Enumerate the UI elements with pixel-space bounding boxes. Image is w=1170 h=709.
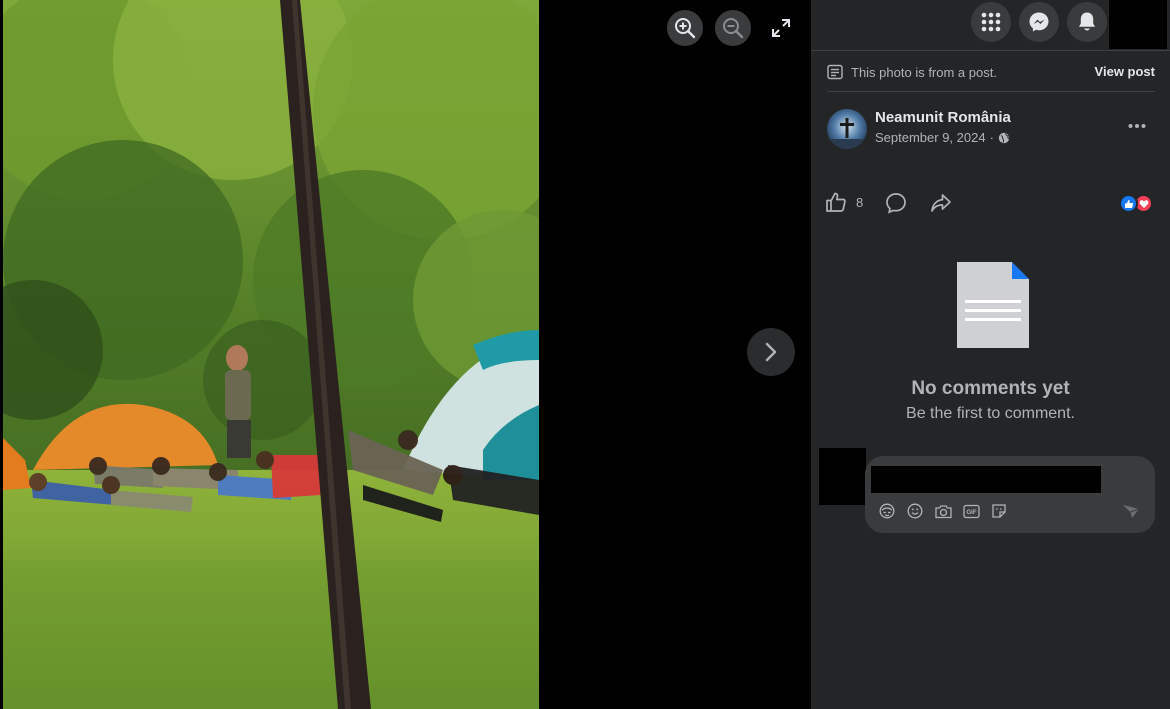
like-count: 8 [856, 194, 864, 210]
bell-icon [1079, 12, 1095, 31]
avatar-sticker-icon [879, 503, 895, 519]
messenger-icon [1029, 12, 1049, 32]
like-reaction-icon [1119, 194, 1138, 213]
document-icon [957, 262, 1029, 348]
comment-composer: GIF [865, 456, 1155, 533]
zoom-in-icon [675, 18, 696, 39]
post-meta: September 9, 2024 · [875, 130, 1010, 145]
reaction-summary[interactable] [1119, 194, 1159, 214]
camera-icon [934, 504, 952, 518]
post-date[interactable]: September 9, 2024 [875, 130, 986, 145]
divider [827, 91, 1155, 92]
zoom-out-button[interactable] [715, 10, 751, 46]
sticker-button[interactable] [989, 501, 1009, 521]
comment-icon [886, 193, 906, 214]
next-photo-button[interactable] [747, 328, 795, 376]
author-avatar-image [827, 109, 867, 149]
menu-grid-icon [981, 12, 1001, 32]
messenger-button[interactable] [1019, 2, 1059, 42]
fullscreen-icon [772, 19, 790, 37]
avatar-sticker-button[interactable] [877, 501, 897, 521]
camera-button[interactable] [933, 501, 953, 521]
comment-input[interactable] [871, 466, 1101, 493]
more-options-button[interactable] [1123, 112, 1151, 140]
notifications-button[interactable] [1067, 2, 1107, 42]
send-button[interactable] [1121, 501, 1141, 521]
divider [811, 50, 1170, 51]
author-name[interactable]: Neamunit România [875, 109, 1011, 126]
thumbs-up-icon [826, 192, 846, 212]
post-notice-text: This photo is from a post. [851, 64, 997, 80]
post-icon [827, 64, 843, 80]
post-photo [3, 0, 539, 709]
author-avatar[interactable] [827, 109, 867, 149]
svg-text:GIF: GIF [966, 510, 976, 516]
meta-separator: · [989, 130, 994, 145]
gif-button[interactable]: GIF [961, 501, 981, 521]
emoji-icon [907, 503, 923, 519]
photo-viewer [0, 0, 811, 709]
no-comments-title: No comments yet [911, 378, 1070, 399]
account-avatar[interactable] [1109, 0, 1167, 49]
like-button[interactable]: 8 [825, 191, 863, 213]
gif-icon: GIF [962, 504, 980, 518]
zoom-out-icon [723, 18, 744, 39]
top-navigation [811, 0, 1170, 50]
more-horizontal-icon [1128, 124, 1146, 128]
emoji-button[interactable] [905, 501, 925, 521]
menu-button[interactable] [971, 2, 1011, 42]
globe-icon [998, 132, 1010, 143]
share-icon [931, 194, 951, 212]
post-notice: This photo is from a post. View post [827, 60, 1155, 84]
comment-button[interactable] [885, 192, 907, 219]
post-actions: 8 [825, 191, 1157, 219]
share-button[interactable] [930, 192, 952, 219]
fullscreen-button[interactable] [763, 10, 799, 46]
view-post-link[interactable]: View post [1095, 64, 1155, 79]
post-side-panel: This photo is from a post. View post Nea… [811, 0, 1170, 709]
sticker-icon [992, 504, 1006, 518]
commenter-avatar[interactable] [819, 448, 866, 505]
chevron-right-icon [765, 342, 777, 362]
no-comments-subtitle: Be the first to comment. [906, 405, 1075, 422]
send-icon [1123, 505, 1140, 518]
zoom-in-button[interactable] [667, 10, 703, 46]
